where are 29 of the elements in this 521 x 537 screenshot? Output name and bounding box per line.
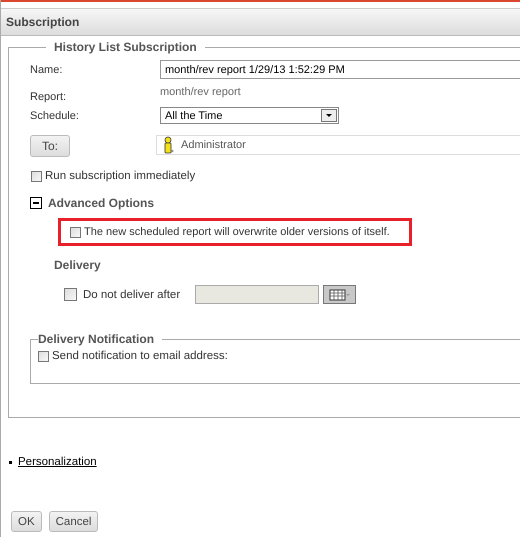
to-button[interactable]: To: <box>30 135 70 157</box>
checkbox-label: Send notification to email address: <box>52 350 228 362</box>
calendar-button[interactable] <box>323 285 356 304</box>
checkbox[interactable] <box>38 350 49 362</box>
report-name: month/rev report <box>160 86 241 98</box>
checkbox-label: Do not deliver after <box>83 288 182 300</box>
calendar-icon <box>328 288 350 302</box>
checkbox[interactable] <box>31 170 42 182</box>
checkbox[interactable] <box>64 288 77 301</box>
field-label: Schedule: <box>30 110 80 122</box>
recipient-field: Administrator <box>156 134 520 154</box>
checkbox[interactable] <box>70 226 81 238</box>
dialog-button[interactable]: Cancel <box>48 511 98 532</box>
collapse-toggle[interactable] <box>30 197 42 209</box>
section-heading: Advanced Options <box>48 196 154 210</box>
section-title: History List Subscription <box>53 40 198 54</box>
section-title: Delivery Notification <box>38 332 156 346</box>
checkbox-label: Run subscription immediately <box>45 170 196 182</box>
bullet-icon <box>9 460 12 464</box>
dialog-button[interactable]: OK <box>11 511 42 532</box>
user-icon <box>163 136 175 154</box>
field-label: Name: <box>30 64 64 76</box>
window-title: Subscription <box>6 15 80 29</box>
name-field[interactable]: month/rev report 1/29/13 1:52:29 PM <box>160 60 520 79</box>
field-label: Report: <box>30 91 68 103</box>
checkbox-label: The new scheduled report will overwrite older versions of itself. <box>84 226 390 238</box>
section-heading: Delivery <box>54 258 102 272</box>
personalization-link[interactable]: Personalization <box>18 456 97 468</box>
schedule-dropdown[interactable]: All the Time <box>160 107 339 124</box>
